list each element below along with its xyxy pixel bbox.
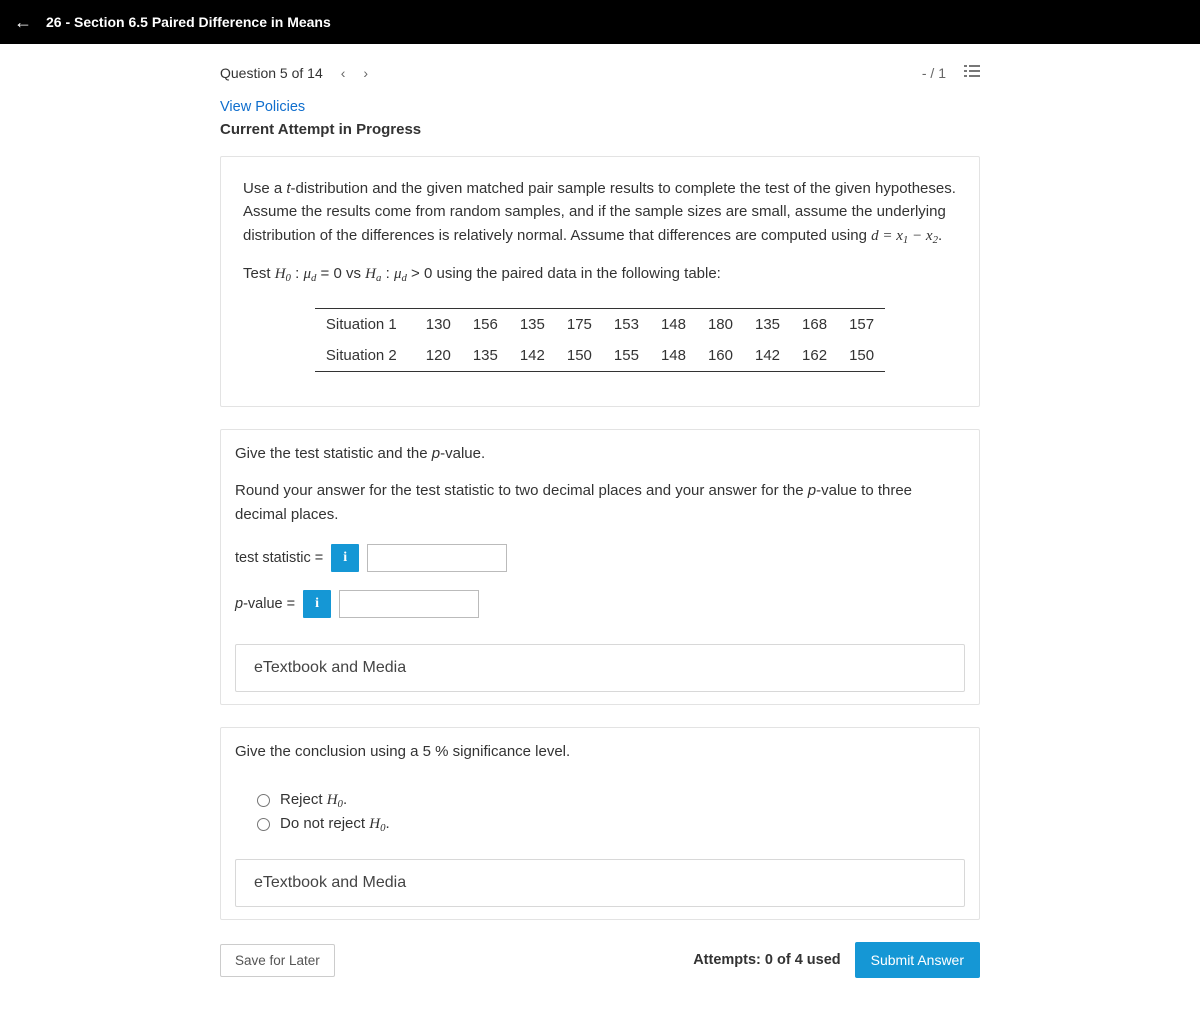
footer-row: Save for Later Attempts: 0 of 4 used Sub… <box>220 942 980 978</box>
page-title: 26 - Section 6.5 Paired Difference in Me… <box>46 14 331 30</box>
section2-line2: Round your answer for the test statistic… <box>235 479 965 526</box>
test-statistic-input[interactable] <box>367 544 507 572</box>
section2-line1: Give the test statistic and the p-value. <box>235 442 965 465</box>
info-icon[interactable]: i <box>303 590 331 618</box>
radio-do-not-reject-input[interactable] <box>257 818 270 831</box>
save-for-later-button[interactable]: Save for Later <box>220 944 335 977</box>
attempt-status: Current Attempt in Progress <box>220 121 980 156</box>
table-row: Situation 1 1301561351751531481801351681… <box>315 309 885 341</box>
table-row: Situation 2 1201351421501551481601421621… <box>315 340 885 372</box>
etextbook-media-button[interactable]: eTextbook and Media <box>235 644 965 692</box>
p-value-input[interactable] <box>339 590 479 618</box>
test-statistic-label: test statistic = <box>235 550 323 566</box>
p-value-row: p-value = i <box>235 590 965 618</box>
view-policies-link[interactable]: View Policies <box>220 99 980 121</box>
top-bar: ← 26 - Section 6.5 Paired Difference in … <box>0 0 1200 44</box>
answer-panel-conclusion: Give the conclusion using a 5 % signific… <box>220 727 980 920</box>
radio-reject[interactable]: Reject H0. <box>257 791 965 809</box>
attempts-label: Attempts: 0 of 4 used <box>693 952 840 968</box>
prompt-paragraph-1: Use a t-distribution and the given match… <box>243 177 957 248</box>
etextbook-media-button[interactable]: eTextbook and Media <box>235 859 965 907</box>
next-question-icon[interactable]: › <box>363 65 368 81</box>
info-icon[interactable]: i <box>331 544 359 572</box>
submit-answer-button[interactable]: Submit Answer <box>855 942 980 978</box>
conclusion-prompt: Give the conclusion using a 5 % signific… <box>235 740 965 763</box>
back-arrow-icon[interactable]: ← <box>14 12 32 33</box>
question-list-icon[interactable] <box>964 64 980 81</box>
test-statistic-row: test statistic = i <box>235 544 965 572</box>
prompt-paragraph-2: Test H0 : μd = 0 vs Ha : μd > 0 using th… <box>243 262 957 286</box>
question-nav: Question 5 of 14 ‹ › - / 1 <box>220 44 980 99</box>
answer-panel-stats: Give the test statistic and the p-value.… <box>220 429 980 705</box>
score-display: - / 1 <box>922 65 946 81</box>
paired-data-table: Situation 1 1301561351751531481801351681… <box>315 308 885 372</box>
question-counter: Question 5 of 14 <box>220 65 323 81</box>
conclusion-radio-group: Reject H0. Do not reject H0. <box>257 791 965 833</box>
radio-reject-input[interactable] <box>257 794 270 807</box>
radio-do-not-reject[interactable]: Do not reject H0. <box>257 815 965 833</box>
question-prompt-panel: Use a t-distribution and the given match… <box>220 156 980 407</box>
p-value-label: p-value = <box>235 596 295 612</box>
prev-question-icon[interactable]: ‹ <box>341 65 346 81</box>
